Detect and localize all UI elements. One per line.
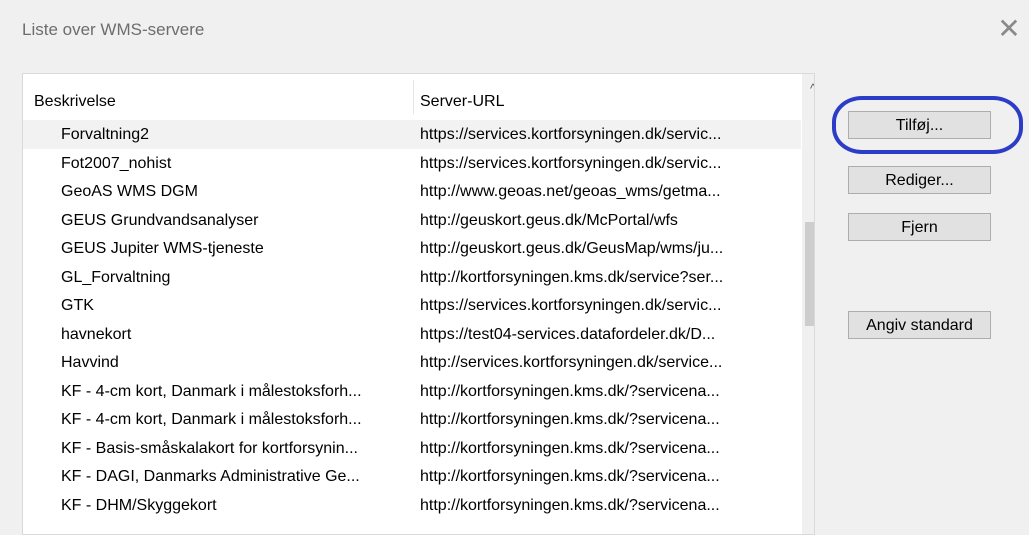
column-header-description[interactable]: Beskrivelse (34, 74, 116, 118)
table-row[interactable]: Forvaltning2 https://services.kortforsyni… (23, 120, 801, 149)
list-rows: Forvaltning2 https://services.kortforsyni… (23, 120, 801, 519)
cell-description: GTK (61, 297, 94, 314)
list-header: Beskrivelse Server-URL (23, 74, 801, 118)
cell-description: KF - DAGI, Danmarks Administrative Ge... (61, 468, 360, 485)
remove-button[interactable]: Fjern (848, 213, 991, 241)
table-row[interactable]: GTK https://services.kortforsyningen.dk/s… (23, 291, 801, 320)
vertical-scrollbar[interactable]: ^ (802, 74, 814, 534)
cell-description: KF - Basis-småskalakort for kortforsynin… (61, 439, 358, 457)
cell-server-url: http://kortforsyningen.kms.dk/?servicena… (420, 468, 720, 485)
cell-description: Forvaltning2 (61, 126, 150, 143)
set-default-button-label: Angiv standard (866, 317, 973, 334)
table-row[interactable]: Havvind http://services.kortforsyningen.d… (23, 348, 801, 377)
cell-description: GL_Forvaltning (61, 268, 171, 286)
edit-button[interactable]: Rediger... (848, 166, 991, 194)
table-row[interactable]: havnekort https://test04-services.datafor… (23, 320, 801, 349)
table-row[interactable]: KF - Basis-småskalakort for kortforsynin… (23, 434, 801, 463)
server-list[interactable]: Beskrivelse Server-URL Forvaltning2 https… (22, 73, 815, 535)
scroll-up-icon[interactable]: ^ (802, 74, 814, 104)
cell-server-url: https://services.kortforsyningen.dk/serv… (420, 126, 722, 143)
column-header-url[interactable]: Server-URL (420, 74, 504, 118)
cell-server-url: http://geuskort.geus.dk/McPortal/wfs (420, 211, 678, 229)
cell-server-url: https://test04-services.datafordeler.dk/… (420, 325, 716, 343)
cell-description: GEUS Jupiter WMS-tjeneste (61, 240, 264, 257)
table-row[interactable]: GeoAS WMS DGM http://www.geoas.net/geoas_… (23, 177, 801, 206)
close-icon[interactable]: ✕ (994, 14, 1024, 44)
table-row[interactable]: GEUS Grundvandsanalyser http://geuskort.g… (23, 206, 801, 235)
cell-server-url: http://kortforsyningen.kms.dk/service?se… (420, 268, 724, 286)
edit-button-label: Rediger... (885, 172, 954, 189)
cell-server-url: http://www.geoas.net/geoas_wms/getma... (420, 183, 721, 200)
table-row[interactable]: KF - 4-cm kort, Danmark i målestoksforh.… (23, 405, 801, 434)
add-button-label: Tilføj... (895, 117, 944, 134)
table-row[interactable]: GEUS Jupiter WMS-tjeneste http://geuskort… (23, 234, 801, 263)
cell-description: KF - 4-cm kort, Danmark i målestoksforh.… (61, 411, 362, 428)
cell-server-url: https://services.kortforsyningen.dk/serv… (420, 297, 722, 314)
add-button[interactable]: Tilføj... (848, 111, 991, 139)
cell-description: GEUS Grundvandsanalyser (61, 211, 259, 229)
cell-description: havnekort (61, 325, 132, 343)
cell-description: Havvind (61, 354, 119, 371)
remove-button-label: Fjern (901, 219, 938, 236)
cell-description: KF - 4-cm kort, Danmark i målestoksforh.… (61, 382, 362, 400)
table-row[interactable]: KF - 4-cm kort, Danmark i målestoksforh.… (23, 377, 801, 406)
table-row[interactable]: GL_Forvaltning http://kortforsyningen.kms… (23, 263, 801, 292)
table-row[interactable]: Fot2007_nohist https://services.kortforsy… (23, 149, 801, 178)
cell-server-url: http://kortforsyningen.kms.dk/?servicena… (420, 382, 720, 400)
scrollbar-thumb[interactable] (805, 222, 814, 326)
set-default-button[interactable]: Angiv standard (848, 311, 991, 339)
cell-server-url: http://kortforsyningen.kms.dk/?servicena… (420, 411, 720, 428)
cell-description: GeoAS WMS DGM (61, 183, 198, 200)
cell-server-url: https://services.kortforsyningen.dk/serv… (420, 154, 722, 172)
table-row[interactable]: KF - DAGI, Danmarks Administrative Ge...… (23, 462, 801, 491)
cell-server-url: http://geuskort.geus.dk/GeusMap/wms/ju..… (420, 240, 724, 257)
cell-description: Fot2007_nohist (61, 154, 172, 172)
column-divider[interactable] (413, 80, 414, 114)
cell-server-url: http://kortforsyningen.kms.dk/?servicena… (420, 439, 720, 457)
cell-server-url: http://services.kortforsyningen.dk/servi… (420, 354, 723, 371)
dialog-title: Liste over WMS-servere (22, 20, 205, 39)
